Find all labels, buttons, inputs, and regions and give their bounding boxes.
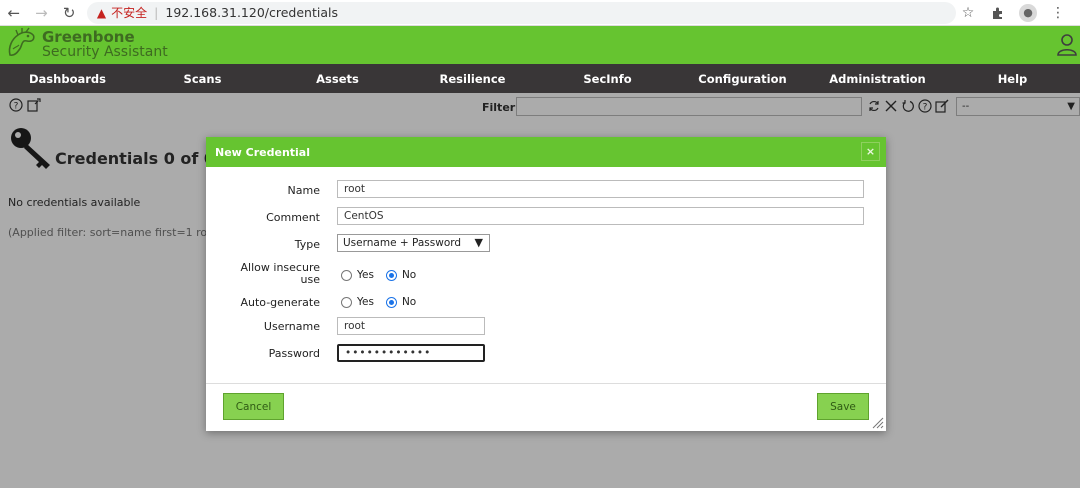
type-select[interactable]: Username + Password ▼ [337,234,490,252]
type-select-value: Username + Password [343,237,462,249]
new-credential-dialog: New Credential × Name root Comment CentO… [206,137,886,431]
url-text: 192.168.31.120/credentials [165,5,338,20]
browser-menu-icon[interactable]: ⋮ [1046,1,1070,25]
warning-icon: ▲ [96,5,107,20]
username-label: Username [263,320,320,333]
comment-input[interactable]: CentOS [337,207,864,225]
save-button[interactable]: Save [817,393,869,420]
dialog-body: Name root Comment CentOS Type Username +… [206,167,886,383]
app-header: Greenbone Security Assistant [0,26,1080,64]
address-bar[interactable]: ▲ 不安全 | 192.168.31.120/credentials [86,1,956,24]
dialog-title: New Credential [215,145,311,159]
user-icon[interactable] [1056,33,1078,57]
allow-insecure-no-radio[interactable] [385,269,397,281]
allow-insecure-no-label: No [401,269,417,281]
cancel-button[interactable]: Cancel [223,393,284,420]
dialog-footer: Cancel Save [206,383,886,431]
bookmark-star-icon[interactable]: ☆ [956,1,980,25]
forward-icon[interactable]: → [28,0,56,26]
menu-secinfo[interactable]: SecInfo [540,64,675,93]
menu-scans[interactable]: Scans [135,64,270,93]
dialog-title-bar[interactable]: New Credential × [206,137,886,167]
username-input[interactable]: root [337,317,485,335]
menu-administration[interactable]: Administration [810,64,945,93]
allow-insecure-yes-label: Yes [357,269,374,281]
auto-generate-no-label: No [401,296,417,308]
allow-insecure-yes-radio[interactable] [341,269,352,281]
main-menu: Dashboards Scans Assets Resilience SecIn… [0,64,1080,93]
menu-dashboards[interactable]: Dashboards [0,64,135,93]
back-icon[interactable]: ← [0,0,28,26]
name-label: Name [287,184,320,197]
address-separator: | [154,5,159,20]
password-input[interactable]: •••••••••••• [337,344,485,362]
reload-icon[interactable]: ↻ [55,0,83,26]
menu-assets[interactable]: Assets [270,64,405,93]
auto-generate-no-radio[interactable] [385,296,397,308]
auto-generate-yes-label: Yes [357,296,374,308]
brand-text: Greenbone Security Assistant [42,30,168,60]
brand-line1: Greenbone [42,28,135,46]
extensions-icon[interactable] [986,1,1010,25]
menu-resilience[interactable]: Resilience [405,64,540,93]
name-input[interactable]: root [337,180,864,198]
menu-help[interactable]: Help [945,64,1080,93]
auto-generate-yes-radio[interactable] [341,296,352,308]
comment-label: Comment [266,211,320,224]
profile-icon[interactable]: ● [1016,1,1040,25]
chevron-down-icon: ▼ [474,236,483,249]
type-label: Type [294,238,320,251]
security-label: 不安全 [111,6,148,20]
auto-generate-radios: Yes No [341,296,428,308]
menu-configuration[interactable]: Configuration [675,64,810,93]
password-label: Password [268,347,320,360]
allow-insecure-label: Allow insecure use [240,261,320,286]
allow-insecure-radios: Yes No [341,269,428,281]
brand-line2: Security Assistant [42,44,168,60]
browser-toolbar: ← → ↻ ▲ 不安全 | 192.168.31.120/credentials… [0,0,1080,26]
auto-generate-label: Auto-generate [240,296,320,309]
greenbone-logo-icon[interactable] [4,27,40,63]
resize-handle-icon[interactable] [870,415,884,429]
close-icon[interactable]: × [861,142,880,161]
